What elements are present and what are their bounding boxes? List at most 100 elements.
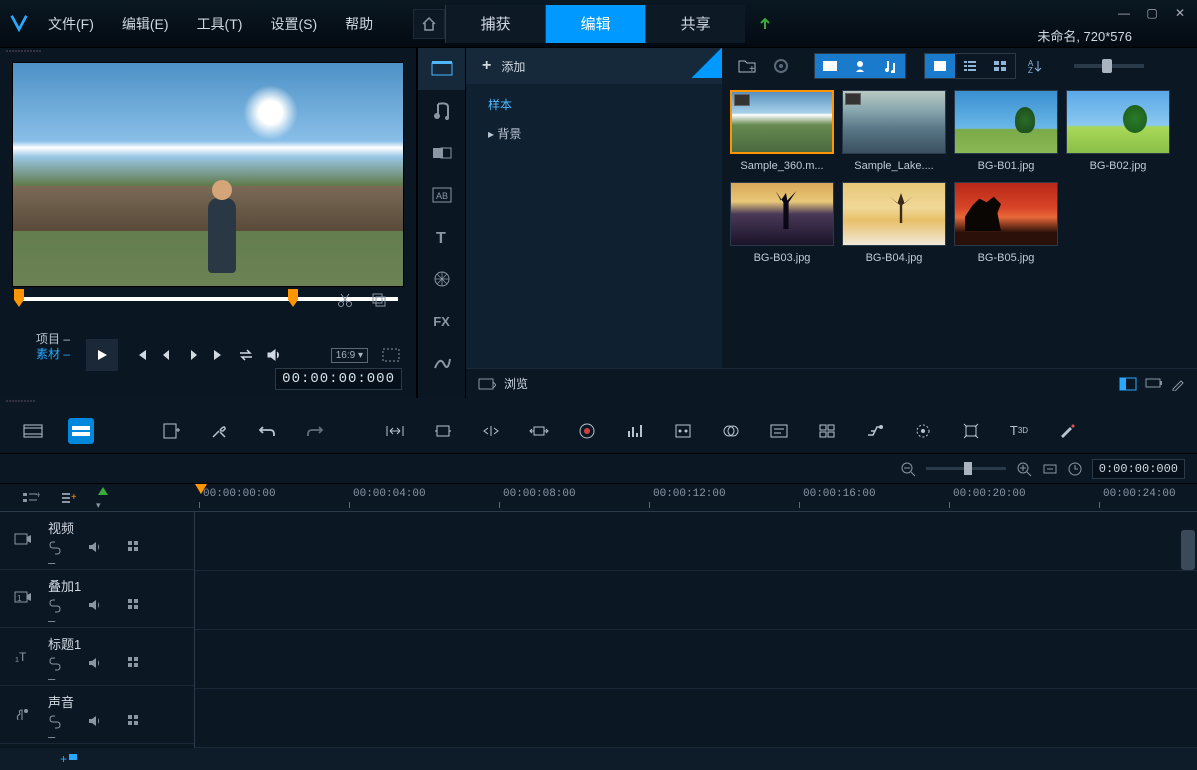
aspect-ratio-selector[interactable]: 16:9 ▾ [331,348,368,363]
pan-zoom-button[interactable] [958,418,984,444]
track-mute-button[interactable] [88,657,102,686]
library-cat-graphic[interactable] [418,258,465,300]
tools-button[interactable] [206,418,232,444]
fit-timeline-button[interactable] [1042,462,1058,476]
preview-timecode[interactable]: 00:00:00:000 [275,368,402,390]
tab-capture[interactable]: 捕获 [445,5,545,43]
menu-file[interactable]: 文件(F) [48,14,94,34]
tracking-button[interactable] [910,418,936,444]
track-header[interactable]: 声音 – [0,686,194,744]
timecode-mode-button[interactable] [1068,462,1082,476]
footer-edit-icon[interactable] [1171,377,1185,391]
track-fx-button[interactable] [128,541,140,570]
slip-button[interactable] [526,418,552,444]
menu-edit[interactable]: 编辑(E) [122,14,169,34]
track-link-button[interactable]: – [48,715,62,744]
timeline-ruler[interactable]: 00:00:00:0000:00:04:0000:00:08:0000:00:1… [195,484,1197,511]
preview-viewport[interactable] [12,62,404,287]
subtitle-button[interactable] [766,418,792,444]
crop-button[interactable] [370,291,388,309]
preview-scrubber[interactable] [14,297,402,329]
vertical-scrollbar[interactable] [1181,530,1195,570]
play-button[interactable] [86,339,118,371]
enable-tracks-button[interactable]: ▾ [96,485,110,511]
fullscreen-button[interactable] [378,345,404,365]
thumbnail-size-slider[interactable] [1074,64,1144,68]
thumbnail-item[interactable]: BG-B04.jpg [842,182,946,264]
go-end-button[interactable] [208,345,230,365]
audio-mixer-button[interactable] [622,418,648,444]
zoom-in-button[interactable] [1016,461,1032,477]
loop-button[interactable] [234,345,258,365]
track-fx-button[interactable] [128,657,140,686]
storyboard-view-button[interactable] [20,418,46,444]
library-cat-media[interactable] [418,48,465,90]
thumbnail-item[interactable]: BG-B05.jpg [954,182,1058,264]
timeline-timecode[interactable]: 0:00:00:000 [1092,459,1185,479]
library-cat-title[interactable]: AB [418,174,465,216]
preview-mode-clip[interactable]: 素材 [36,347,60,361]
library-add-button[interactable]: + 添加 [466,48,722,84]
filter-video-button[interactable] [815,54,845,78]
track-mute-button[interactable] [88,599,102,628]
fit-project-button[interactable] [382,418,408,444]
split-clip-button[interactable] [336,291,354,309]
capture-button[interactable] [766,54,796,78]
view-grid-button[interactable] [985,54,1015,78]
panel-grip[interactable] [0,398,1197,408]
track-mute-button[interactable] [88,715,102,744]
upload-button[interactable] [745,17,785,31]
tab-share[interactable]: 共享 [645,5,745,43]
menu-help[interactable]: 帮助 [345,14,373,34]
track-header[interactable]: 1 叠加1 – [0,570,194,628]
track-link-button[interactable]: – [48,599,62,628]
thumbnail-item[interactable]: Sample_Lake.... [842,90,946,172]
thumbnail-item[interactable]: BG-B03.jpg [730,182,834,264]
preview-mode-project[interactable]: 项目 [36,332,60,346]
ripple-button[interactable] [478,418,504,444]
paint-button[interactable] [1054,418,1080,444]
filter-audio-button[interactable] [875,54,905,78]
track-header[interactable]: ₁T 标题1 – [0,628,194,686]
insert-media-button[interactable] [158,418,184,444]
timeline-zoom-slider[interactable] [926,467,1006,470]
track-options-button[interactable]: + [22,491,40,505]
next-frame-button[interactable] [182,345,204,365]
filter-image-button[interactable] [845,54,875,78]
track-area[interactable] [195,512,1197,748]
mark-in-handle[interactable] [14,289,24,307]
track-link-button[interactable]: – [48,657,62,686]
browse-label[interactable]: 浏览 [504,375,528,392]
tree-item-background[interactable]: ▸ 背景 [466,119,722,148]
thumbnail-item[interactable]: BG-B02.jpg [1066,90,1170,172]
import-folder-button[interactable]: + [732,54,762,78]
library-cat-fx[interactable]: FX [418,300,465,342]
volume-button[interactable] [262,345,286,365]
footer-battery-icon[interactable] [1145,377,1163,391]
motion-button[interactable] [862,418,888,444]
mark-out-handle[interactable] [288,289,298,307]
3d-title-button[interactable]: T3D [1006,418,1032,444]
menu-tools[interactable]: 工具(T) [197,14,243,34]
zoom-out-button[interactable] [900,461,916,477]
add-marker-button[interactable]: + [60,752,79,766]
redo-button[interactable] [302,418,328,444]
chapter-button[interactable] [670,418,696,444]
menu-settings[interactable]: 设置(S) [270,14,317,34]
record-button[interactable] [574,418,600,444]
minimize-button[interactable]: — [1117,6,1131,20]
track-link-button[interactable]: – [48,541,62,570]
thumbnail-item[interactable]: Sample_360.m... [730,90,834,172]
timeline-view-button[interactable] [68,418,94,444]
library-cat-path[interactable] [418,342,465,384]
zoom-clip-button[interactable] [430,418,456,444]
sort-button[interactable]: AZ [1020,54,1050,78]
blend-button[interactable] [718,418,744,444]
multicam-button[interactable] [814,418,840,444]
tree-item-sample[interactable]: 样本 [466,90,722,119]
pin-icon[interactable] [692,48,722,78]
prev-frame-button[interactable] [156,345,178,365]
home-button[interactable] [413,9,445,39]
view-list-button[interactable] [955,54,985,78]
add-track-button[interactable]: + [60,491,76,505]
